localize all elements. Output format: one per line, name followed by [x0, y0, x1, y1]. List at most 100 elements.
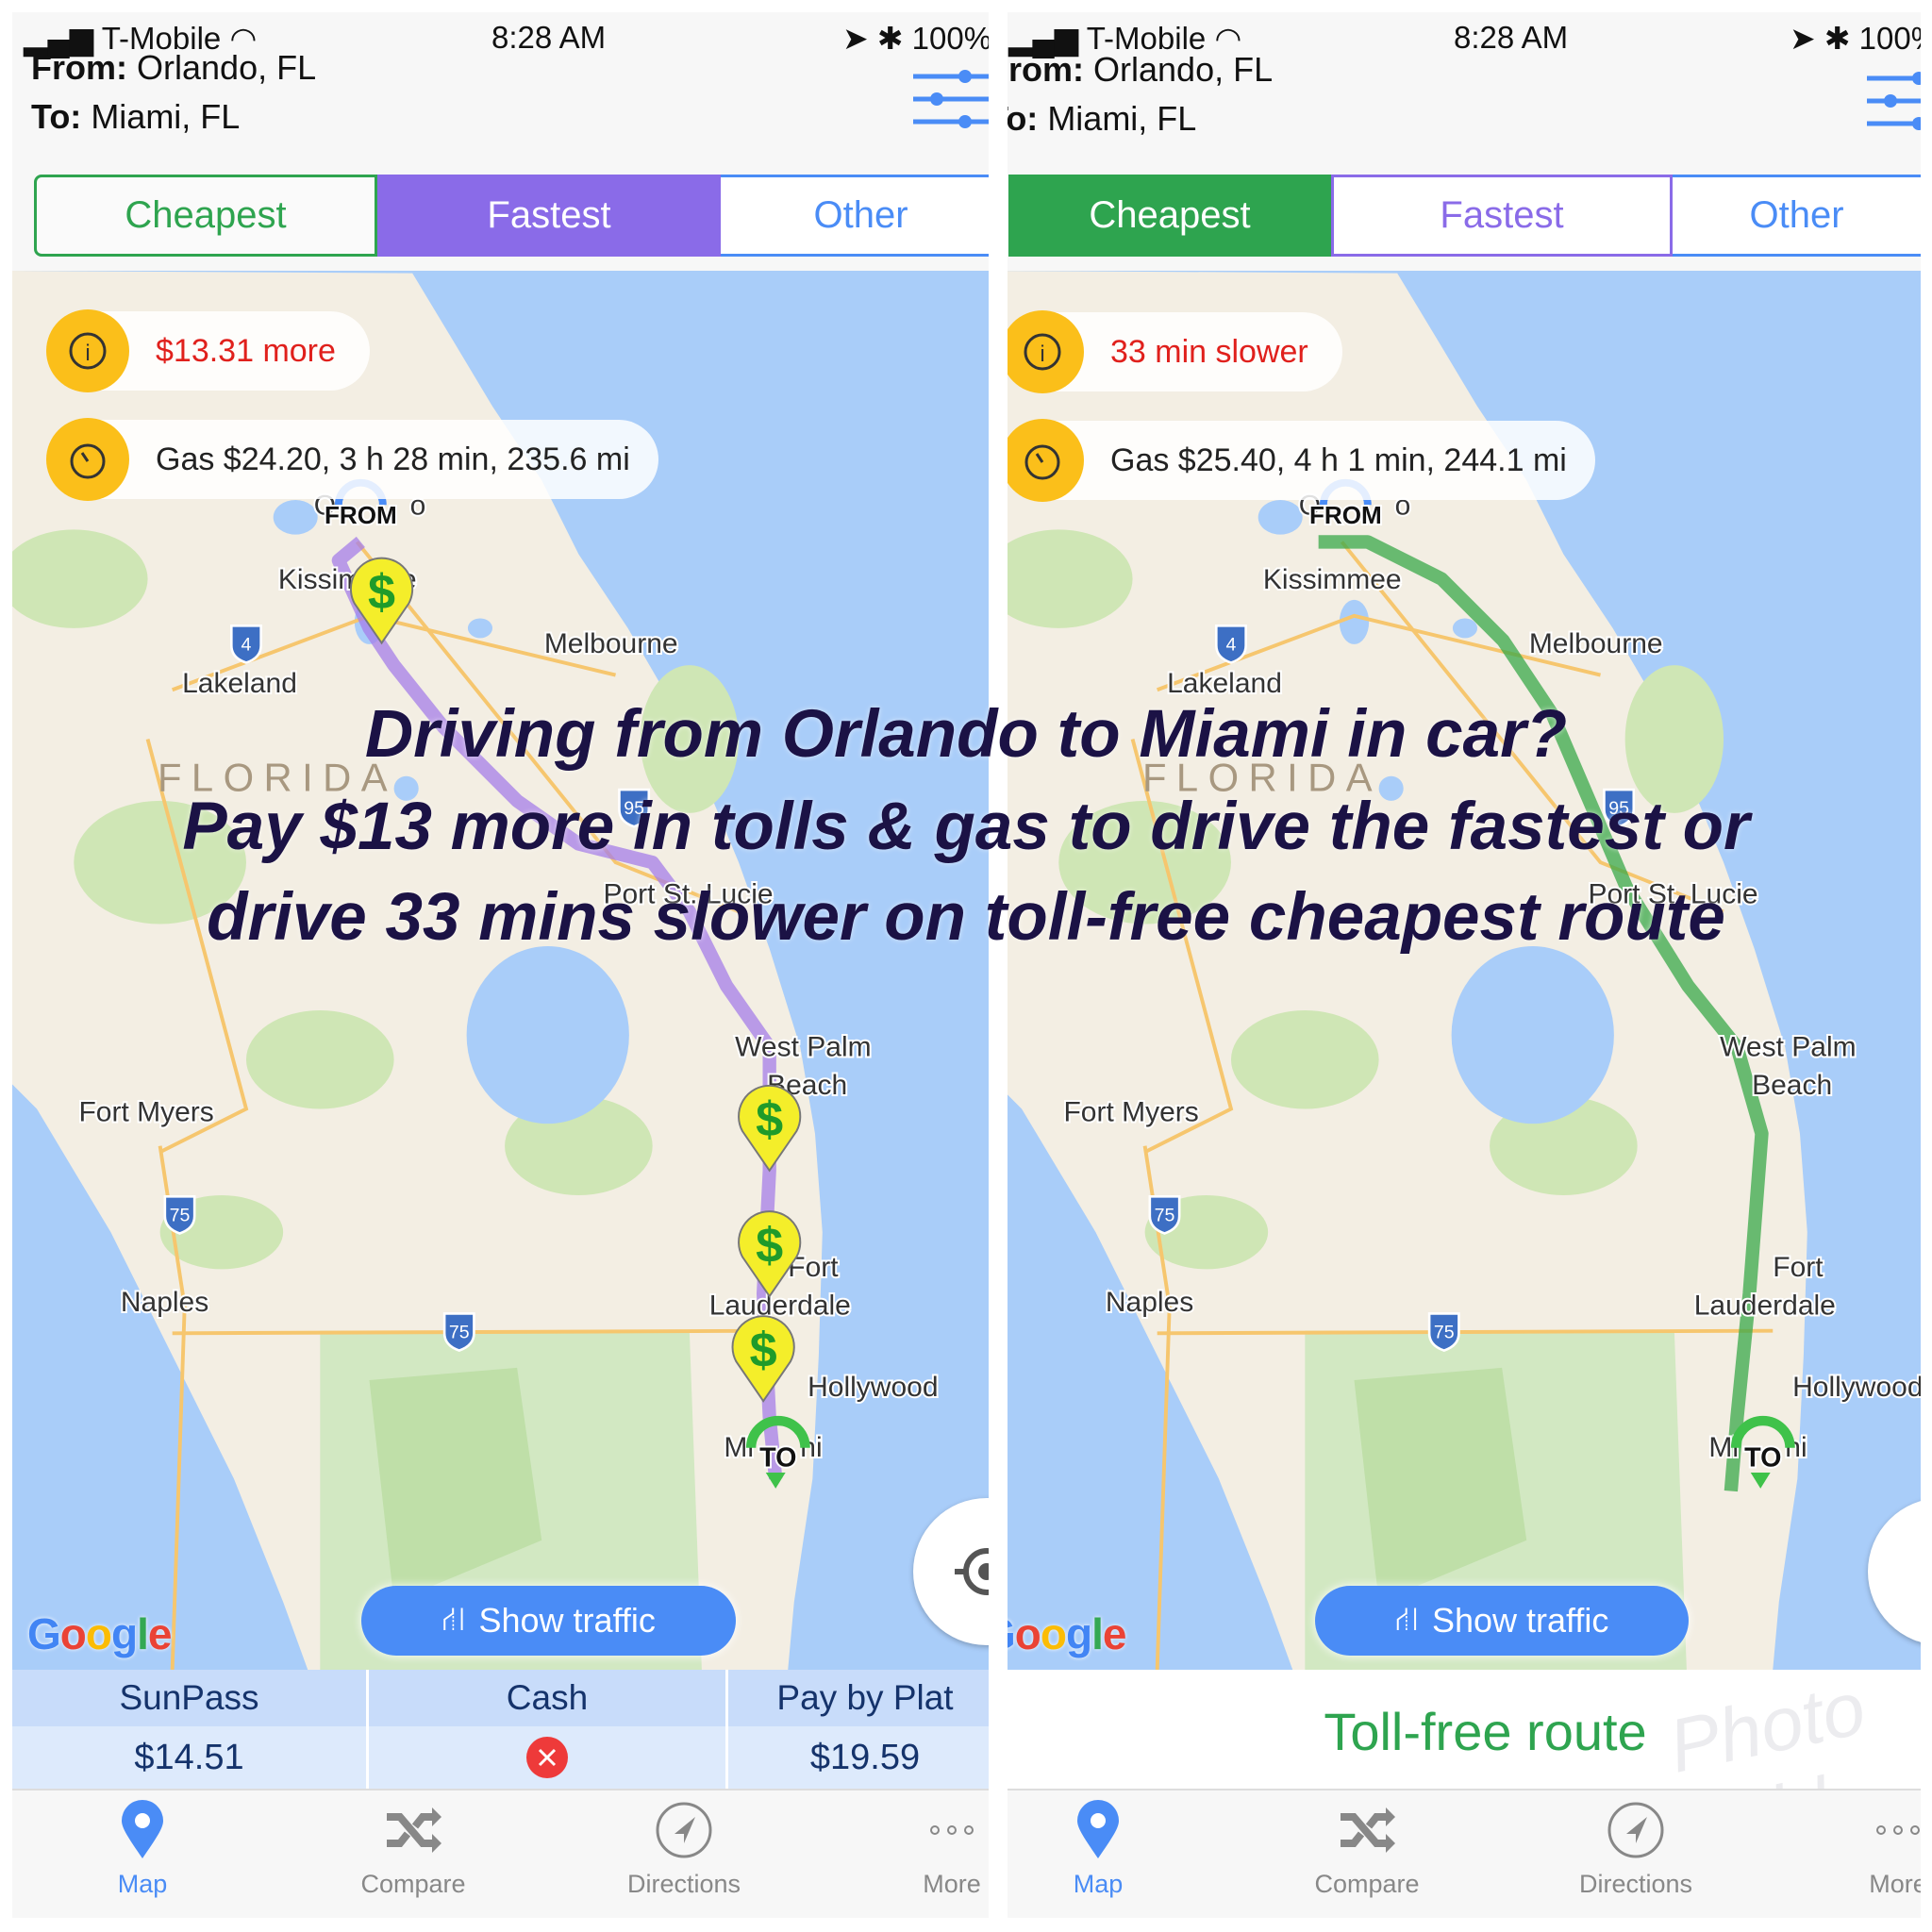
summary-text: Gas $24.20, 3 h 28 min, 235.6 mi [156, 441, 630, 477]
tab-cheapest[interactable]: Cheapest [34, 175, 377, 257]
app-screen: ▂▄▆ T-Mobile ◠ 8:28 AM ➤ ✱ 100% From: Or… [12, 12, 989, 1918]
battery: ➤ ✱ 100% [842, 21, 989, 56]
tabbar-directions[interactable]: Directions [590, 1800, 778, 1899]
dollar-icon: $ [756, 1092, 783, 1147]
tab-fastest[interactable]: Fastest [377, 175, 721, 257]
dollar-icon: $ [750, 1324, 777, 1378]
to-field[interactable]: To: Miami, FL [31, 97, 240, 137]
city-label: Beach [1752, 1070, 1832, 1101]
tabbar-label: More [1869, 1870, 1921, 1898]
tabbar-directions[interactable]: Directions [1541, 1800, 1730, 1899]
city-label: Lauderdale [1694, 1291, 1836, 1322]
tabbar-map[interactable]: Map [48, 1800, 237, 1899]
shield-number: 4 [242, 634, 252, 655]
from-label: FROM [1309, 501, 1382, 529]
road [1157, 1328, 1774, 1336]
diff-text: 33 min slower [1110, 333, 1308, 370]
show-traffic-button[interactable]: ⛙ Show traffic [1315, 1586, 1689, 1656]
city-label: Melbourne [544, 628, 678, 659]
city-label: Kissimmee [1263, 564, 1402, 595]
x-circle-icon [526, 1737, 568, 1778]
svg-text:i: i [1040, 341, 1044, 367]
map-pin-icon [1008, 1800, 1192, 1860]
road-icon: ⛙ [441, 1598, 466, 1638]
from-field[interactable]: From: Orlando, FL [1008, 50, 1273, 90]
road-icon: ⛙ [1394, 1598, 1419, 1638]
tab-cheapest[interactable]: Cheapest [1008, 175, 1331, 257]
shuffle-icon [319, 1800, 508, 1860]
city-label: Fort [1773, 1252, 1824, 1283]
right-screenshot-cheapest: ▂▄▆ T-Mobile ◠ 8:28 AM ➤ ✱ 100% From: Or… [1008, 12, 1921, 1918]
tabbar-label: Compare [360, 1870, 466, 1898]
filter-sliders-icon[interactable] [913, 67, 989, 133]
tabbar-label: Map [1073, 1870, 1124, 1898]
to-label: TO [1744, 1442, 1781, 1473]
app-screen: ▂▄▆ T-Mobile ◠ 8:28 AM ➤ ✱ 100% From: Or… [1008, 12, 1921, 1918]
cost-difference-pill: i $13.31 more [46, 309, 370, 392]
diff-text: $13.31 more [156, 332, 336, 369]
dollar-icon: $ [368, 565, 395, 620]
compass-icon [1541, 1800, 1730, 1860]
tabbar-more[interactable]: More [858, 1800, 989, 1899]
tab-other[interactable]: Other [721, 175, 989, 257]
from-field[interactable]: From: Orlando, FL [31, 48, 316, 88]
tabbar-more[interactable]: More [1804, 1800, 1921, 1899]
toll-name: SunPass [12, 1670, 366, 1726]
city-label: West Palm [1720, 1031, 1856, 1062]
dollar-icon: $ [756, 1218, 783, 1273]
tab-fastest[interactable]: Fastest [1331, 175, 1673, 257]
toll-name: Pay by Plat [728, 1670, 989, 1726]
to-field[interactable]: To: Miami, FL [1008, 99, 1196, 139]
more-icon [858, 1800, 989, 1860]
crosshair-icon [955, 1548, 989, 1595]
to-label: TO [759, 1442, 796, 1473]
tabbar-map[interactable]: Map [1008, 1800, 1192, 1899]
compass-icon [590, 1800, 778, 1860]
lake [273, 500, 318, 535]
tabbar-label: Map [117, 1870, 168, 1898]
toll-table: SunPass $14.51 Cash Pay by Plat $19.59 [12, 1670, 989, 1789]
highway-shield: 75 [1427, 1312, 1460, 1352]
info-icon: i [1008, 310, 1084, 393]
tabbar-label: Directions [626, 1870, 741, 1898]
tab-bar: Map Compare Directions More [1008, 1789, 1921, 1918]
tabbar-label: More [923, 1870, 981, 1898]
toll-value: $19.59 [728, 1726, 989, 1789]
location-icon: ➤ [1790, 21, 1824, 56]
route-summary-pill: Gas $24.20, 3 h 28 min, 235.6 mi [46, 418, 658, 501]
clock: 8:28 AM [491, 20, 607, 55]
city-label: West Palm [735, 1031, 871, 1062]
city-label: Naples [1106, 1287, 1193, 1318]
city-label: Melbourne [1529, 628, 1663, 659]
lake [1257, 500, 1303, 535]
city-label: Fort Myers [78, 1097, 213, 1128]
toll-sunpass: SunPass $14.51 [12, 1670, 369, 1789]
lake [1452, 618, 1478, 639]
left-screenshot-fastest: ▂▄▆ T-Mobile ◠ 8:28 AM ➤ ✱ 100% From: Or… [12, 12, 989, 1918]
shield-number: 75 [170, 1205, 191, 1225]
city-label: Hollywood [808, 1372, 938, 1403]
route-summary-pill: Gas $25.40, 4 h 1 min, 244.1 mi [1008, 419, 1595, 502]
lake-okeechobee [1451, 946, 1614, 1124]
shuffle-icon [1273, 1800, 1461, 1860]
tabbar-compare[interactable]: Compare [319, 1800, 508, 1899]
bluetooth-icon: ✱ [876, 21, 912, 56]
my-location-button[interactable] [913, 1498, 989, 1645]
tabbar-compare[interactable]: Compare [1273, 1800, 1461, 1899]
caption-line-2: Pay $13 more in tolls & gas to drive the… [182, 790, 1750, 864]
tab-other[interactable]: Other [1673, 175, 1921, 257]
filter-sliders-icon[interactable] [1867, 69, 1921, 135]
highway-shield: 75 [163, 1194, 196, 1235]
shield-number: 4 [1226, 634, 1237, 655]
time-difference-pill: i 33 min slower [1008, 310, 1342, 393]
show-traffic-button[interactable]: ⛙ Show traffic [361, 1586, 736, 1656]
toll-cash: Cash [369, 1670, 728, 1789]
caption-line-1: Driving from Orlando to Miami in car? [364, 697, 1568, 772]
battery: ➤ ✱ 100% [1790, 21, 1921, 56]
google-logo: Google [27, 1609, 172, 1658]
highway-shield: 75 [1148, 1194, 1181, 1235]
tabbar-label: Directions [1578, 1870, 1693, 1898]
toll-name: Cash [369, 1670, 725, 1726]
lake [467, 618, 493, 639]
more-icon [1804, 1800, 1921, 1860]
